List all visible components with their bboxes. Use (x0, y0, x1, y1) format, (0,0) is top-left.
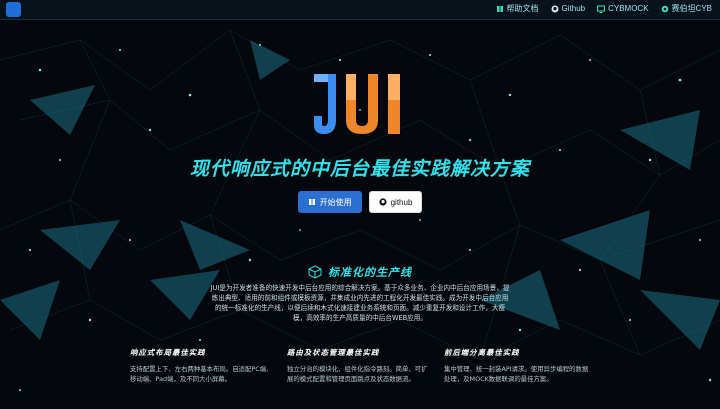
nav-cybmock[interactable]: CYBMOCK (597, 3, 649, 14)
cube-icon (308, 265, 322, 279)
column-title: 响应式布局最佳实践 (130, 348, 206, 357)
hero-actions: 开始使用 github (0, 191, 720, 213)
github-icon (378, 198, 387, 206)
top-nav: 帮助文档 Github CYBMOCK 赛伯坦CYB (496, 3, 712, 14)
github-button[interactable]: github (368, 191, 423, 213)
jui-logo (314, 74, 400, 134)
monitor-icon (597, 5, 606, 13)
nav-help-docs[interactable]: 帮助文档 (496, 3, 539, 14)
feature-title: 标准化的生产线 (328, 266, 412, 279)
column-text: 支持配置上下、左右两种基本布局。自适配PC端、移动端、Pad端，及不同大小屏幕。 (130, 365, 273, 383)
nav-cyb-label: 赛伯坦CYB (671, 4, 712, 13)
start-button-label: 开始使用 (319, 197, 352, 207)
start-button[interactable]: 开始使用 (297, 191, 362, 213)
column-text: 集中管理、统一封装API请求。使用异步编程的数据处理，及MOCK数据联调的最佳方… (444, 365, 589, 383)
hero-headline: 现代响应式的中后台最佳实践解决方案 (189, 158, 530, 180)
nav-help-docs-label: 帮助文档 (506, 4, 539, 13)
book-icon (496, 5, 503, 12)
nav-github-label: Github (561, 4, 586, 13)
top-nav-bar: 帮助文档 Github CYBMOCK 赛伯坦CYB (0, 0, 720, 20)
column-title: 前后端分离最佳实践 (444, 348, 520, 357)
github-button-label: github (390, 197, 413, 207)
feature-column-separation: 前后端分离最佳实践 集中管理、统一封装API请求。使用异步编程的数据处理，及MO… (444, 347, 589, 384)
column-title: 路由及状态管理最佳实践 (287, 348, 380, 357)
nav-cybmock-label: CYBMOCK (608, 4, 649, 13)
feature-column-routing: 路由及状态管理最佳实践 独立分治的模块化、组件化指令路刻。简单、可扩展的模式配置… (287, 347, 432, 384)
nav-cyb[interactable]: 赛伯坦CYB (661, 3, 712, 14)
app-logo[interactable] (6, 2, 21, 17)
nav-github[interactable]: Github (551, 3, 586, 14)
feature-heading: 标准化的生产线 (0, 264, 720, 280)
feature-description: JUI是为开发者准备的快速开发中后台应用的综合解决方案。基于众多业务、企业内中后… (210, 284, 510, 322)
book-icon (308, 199, 315, 205)
globe-icon (661, 5, 668, 12)
column-text: 独立分治的模块化、组件化指令路刻。简单、可扩展的模式配置和管理页面跳点及状态数据… (287, 365, 428, 383)
feature-column-responsive: 响应式布局最佳实践 支持配置上下、左右两种基本布局。自适配PC端、移动端、Pad… (130, 347, 275, 384)
github-icon (551, 5, 559, 12)
